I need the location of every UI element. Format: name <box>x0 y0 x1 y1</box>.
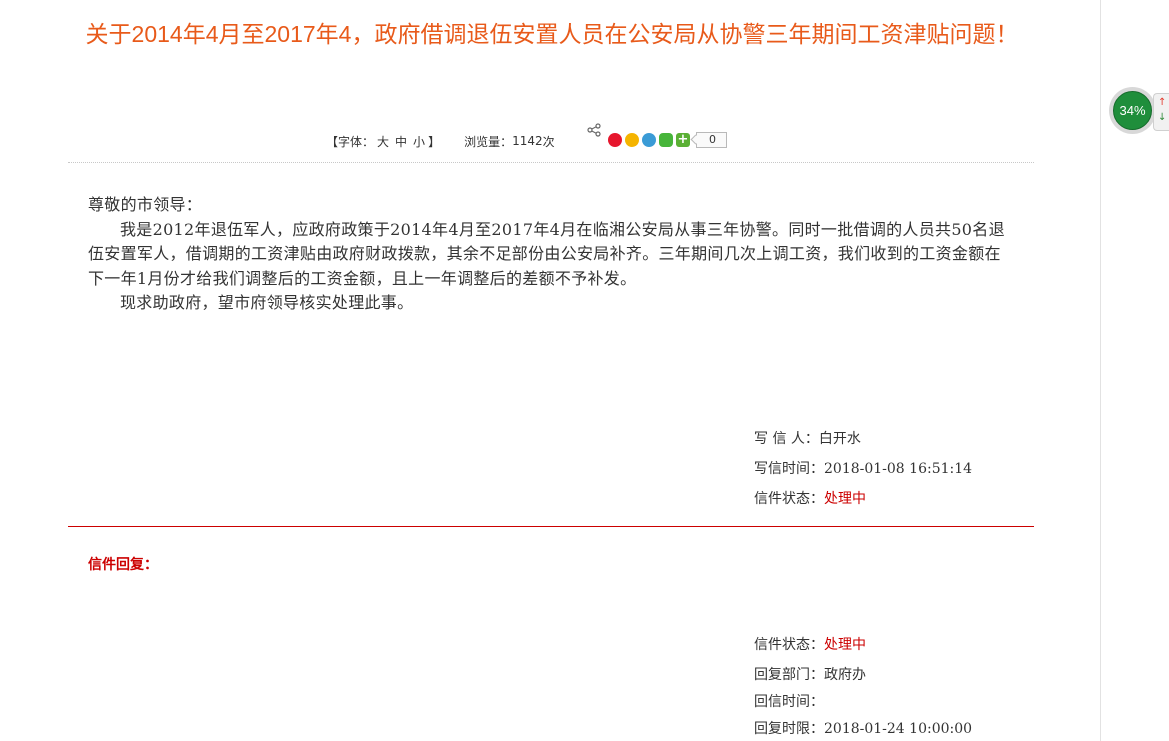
reply-status-row: 信件状态：处理中 <box>754 634 866 654</box>
reply-heading: 信件回复： <box>88 557 158 573</box>
writer-label: 写 信 人： <box>754 431 819 447</box>
reply-status-label: 信件状态： <box>754 637 824 653</box>
reply-deadline-row: 回复时限：2018-01-24 10:00:00 <box>754 718 972 738</box>
page-title: 关于2014年4月至2017年4，政府借调退伍安置人员在公安局从协警三年期间工资… <box>85 21 1019 47</box>
reply-dept-row: 回复部门：政府办 <box>754 664 866 684</box>
tencent-weibo-icon[interactable] <box>642 133 656 147</box>
qzone-icon[interactable] <box>625 133 639 147</box>
views-unit: 次 <box>542 134 555 149</box>
write-time-row: 写信时间：2018-01-08 16:51:14 <box>754 458 972 478</box>
right-border <box>1100 0 1101 741</box>
share-count: 0 <box>696 132 727 148</box>
reply-time-label: 回信时间： <box>754 694 824 710</box>
wechat-icon[interactable] <box>659 133 673 147</box>
progress-gauge-widget[interactable]: 34% <box>1109 87 1156 134</box>
section-divider <box>68 526 1034 527</box>
share-toolbar: + 0 <box>608 132 727 148</box>
font-small-link[interactable]: 小 <box>413 133 425 150</box>
letter-greeting: 尊敬的市领导： <box>88 195 203 214</box>
reply-time-row: 回信时间： <box>754 691 824 711</box>
letter-status-value: 处理中 <box>824 491 866 507</box>
letter-status-row: 信件状态：处理中 <box>754 488 866 508</box>
share-icon[interactable] <box>586 123 602 137</box>
weibo-icon[interactable] <box>608 133 622 147</box>
font-large-link[interactable]: 大 <box>377 133 389 150</box>
write-time-value: 2018-01-08 16:51:14 <box>824 461 973 477</box>
font-medium-link[interactable]: 中 <box>395 133 407 150</box>
reply-deadline-value: 2018-01-24 10:00:00 <box>824 721 973 737</box>
letter-paragraph-2: 现求助政府，望市府领导核实处理此事。 <box>120 293 414 312</box>
font-size-label-close: 】 <box>428 134 441 149</box>
header-divider <box>68 162 1034 163</box>
letter-paragraph-1: 我是2012年退伍军人，应政府政策于2014年4月至2017年4月在临湘公安局从… <box>88 219 1005 288</box>
arrow-down-icon: ↓ <box>1158 112 1167 123</box>
views-label: 浏览量： <box>464 134 513 149</box>
writer-row: 写 信 人：白开水 <box>754 428 861 448</box>
letter-status-label: 信件状态： <box>754 491 824 507</box>
write-time-label: 写信时间： <box>754 461 824 477</box>
reply-deadline-label: 回复时限： <box>754 721 824 737</box>
letter-body: 尊敬的市领导： 我是2012年退伍军人，应政府政策于2014年4月至2017年4… <box>88 193 1014 316</box>
views-count: 1142 <box>512 134 543 148</box>
progress-percent: 34% <box>1113 91 1152 130</box>
font-size-label: 【字体： <box>326 134 375 149</box>
more-plus-icon[interactable]: + <box>676 133 690 147</box>
gauge-side-tab[interactable]: ↑ ↓ <box>1153 93 1169 131</box>
article-meta: 【字体： 大 中 小 】 浏览量： 1142 次 <box>326 131 555 151</box>
reply-dept-label: 回复部门： <box>754 667 824 683</box>
writer-value: 白开水 <box>818 431 861 447</box>
reply-status-value: 处理中 <box>824 637 866 653</box>
arrow-up-icon: ↑ <box>1158 97 1167 108</box>
reply-dept-value: 政府办 <box>824 667 866 683</box>
